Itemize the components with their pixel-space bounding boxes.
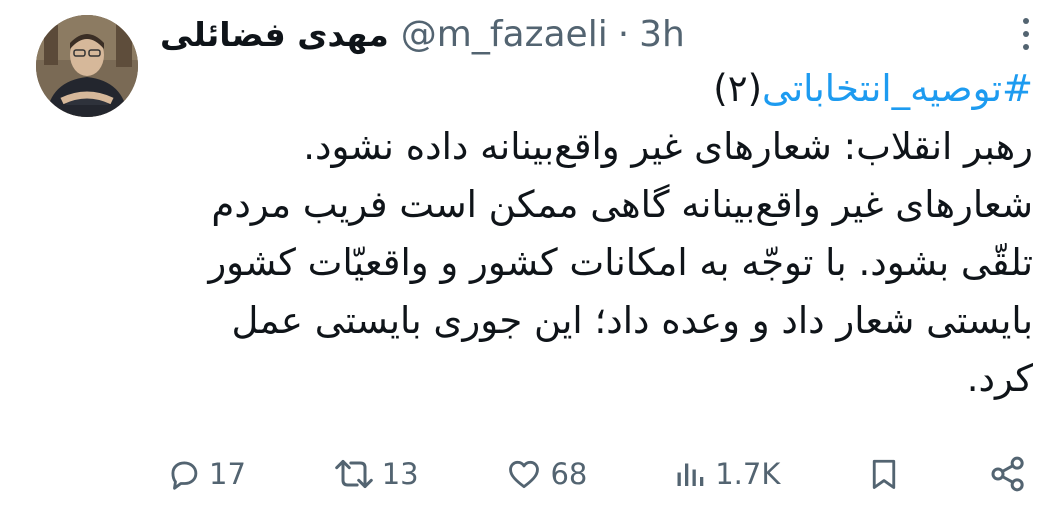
bookmark-icon — [872, 459, 896, 489]
hashtag-link[interactable]: #توصیه_انتخاباتی — [762, 67, 1033, 110]
hashtag-suffix: (۲) — [713, 67, 763, 110]
reply-count: 17 — [209, 457, 246, 491]
tweet-line: بایستی شعار داد و وعده داد؛ این جوری بای… — [231, 299, 1034, 342]
tweet-text: #توصیه_انتخاباتی(۲) رهبر انقلاب: شعارهای… — [175, 60, 1033, 408]
reply-icon — [171, 461, 198, 490]
timestamp[interactable]: 3h — [639, 10, 685, 60]
retweet-icon — [334, 459, 373, 489]
tweet-header: مهدی فضائلی @m_fazaeli · 3h — [160, 10, 988, 60]
like-count: 68 — [550, 457, 588, 491]
header-separator: · — [617, 14, 630, 55]
display-name[interactable]: مهدی فضائلی — [160, 10, 389, 60]
more-dots-icon[interactable] — [1014, 14, 1038, 54]
views-count: 1.7K — [715, 457, 781, 491]
bookmark-button[interactable] — [866, 454, 902, 494]
share-icon — [991, 456, 1024, 492]
heart-icon — [509, 460, 540, 489]
like-button[interactable]: 68 — [504, 455, 587, 493]
retweet-button[interactable]: 13 — [332, 455, 419, 493]
share-button[interactable] — [988, 454, 1028, 494]
hashtag-line: #توصیه_انتخاباتی(۲) — [175, 60, 1033, 118]
reply-button[interactable]: 17 — [165, 455, 246, 493]
tweet-line: تلقّی بشود. با توجّه به امکانات کشور و و… — [208, 241, 1033, 284]
views-button[interactable]: 1.7K — [673, 455, 780, 493]
avatar[interactable] — [36, 15, 138, 117]
views-icon — [677, 463, 704, 486]
user-handle[interactable]: @m_fazaeli — [401, 10, 608, 60]
tweet-line: شعارهای غیر واقع‌بینانه گاهی ممکن است فر… — [211, 183, 1033, 226]
tweet-line: رهبر انقلاب: شعارهای غیر واقع‌بینانه داد… — [303, 125, 1033, 168]
retweet-count: 13 — [381, 457, 419, 491]
tweet-line: کرد. — [966, 357, 1033, 400]
action-bar: 17 13 68 1.7K — [165, 446, 1028, 502]
